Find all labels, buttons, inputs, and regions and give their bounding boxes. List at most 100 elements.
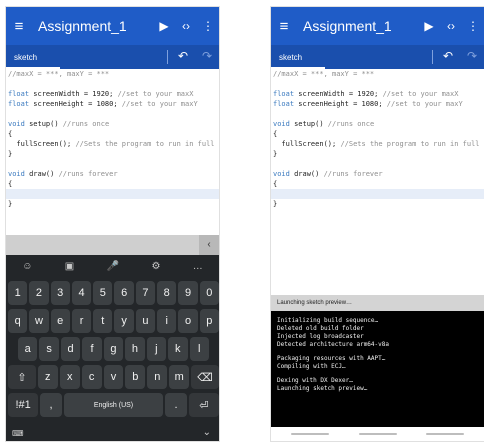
keyboard-switch-icon[interactable]: ⌨ xyxy=(12,429,24,438)
code-line[interactable] xyxy=(271,79,484,89)
more-vert-icon[interactable]: ⋮ xyxy=(462,19,484,33)
code-line[interactable] xyxy=(6,189,219,199)
key-6[interactable]: 6 xyxy=(114,281,134,305)
redo-icon[interactable]: ↷ xyxy=(467,49,477,63)
hide-keyboard-icon[interactable]: ⌄ xyxy=(203,427,211,438)
code-line[interactable]: { xyxy=(271,179,484,189)
nav-home-pill[interactable] xyxy=(359,433,397,435)
key-h[interactable]: h xyxy=(125,337,145,361)
code-line[interactable]: void draw() //runs forever xyxy=(6,169,219,179)
undo-icon[interactable]: ↶ xyxy=(178,49,188,63)
menu-icon[interactable]: ≡ xyxy=(6,18,32,35)
nav-recents-pill[interactable] xyxy=(426,433,464,435)
key-7[interactable]: 7 xyxy=(135,281,156,305)
code-line[interactable]: { xyxy=(271,129,484,139)
more-icon[interactable]: … xyxy=(193,261,203,272)
code-line[interactable]: float screenWidth = 1920; //set to your … xyxy=(6,89,219,99)
code-line[interactable]: void draw() //runs forever xyxy=(271,169,484,179)
key-w[interactable]: w xyxy=(29,309,49,333)
code-editor[interactable]: //maxX = ***, maxY = *** float screenWidt… xyxy=(271,69,484,295)
key-n[interactable]: n xyxy=(147,365,168,389)
key-8[interactable]: 8 xyxy=(157,281,177,305)
menu-icon[interactable]: ≡ xyxy=(271,18,297,35)
key-d[interactable]: d xyxy=(60,337,81,361)
tab-sketch[interactable]: sketch xyxy=(271,45,325,69)
key-t[interactable]: t xyxy=(93,309,113,333)
code-line[interactable]: float screenWidth = 1920; //set to your … xyxy=(271,89,484,99)
code-icon[interactable]: ‹› xyxy=(440,19,462,33)
key-i[interactable]: i xyxy=(157,309,177,333)
key-special[interactable]: ⌫ xyxy=(191,365,219,389)
code-editor[interactable]: //maxX = ***, maxY = *** float screenWidt… xyxy=(6,69,219,235)
code-line[interactable] xyxy=(271,159,484,169)
code-icon[interactable]: ‹› xyxy=(175,19,197,33)
key-q[interactable]: q xyxy=(8,309,28,333)
key-f[interactable]: f xyxy=(82,337,102,361)
code-line[interactable]: } xyxy=(271,199,484,209)
console-line: Compiling with ECJ… xyxy=(277,363,346,370)
key-a[interactable]: a xyxy=(18,337,38,361)
key-e[interactable]: e xyxy=(50,309,70,333)
key-c[interactable]: c xyxy=(81,365,102,389)
key-1[interactable]: 1 xyxy=(8,281,28,305)
play-icon[interactable]: ▶ xyxy=(153,19,175,33)
code-line[interactable]: fullScreen(); //Sets the program to run … xyxy=(6,139,219,149)
code-line[interactable]: float screenHeight = 1080; //set to your… xyxy=(271,99,484,109)
key-k[interactable]: k xyxy=(168,337,188,361)
key-g[interactable]: g xyxy=(103,337,124,361)
key-l[interactable]: l xyxy=(189,337,209,361)
emoji-icon[interactable]: ☺ xyxy=(22,261,32,272)
key-special[interactable]: . xyxy=(165,393,187,417)
play-icon[interactable]: ▶ xyxy=(418,19,440,33)
redo-icon[interactable]: ↷ xyxy=(202,49,212,63)
settings-icon[interactable]: ⚙ xyxy=(151,261,160,272)
key-u[interactable]: u xyxy=(135,309,156,333)
code-line[interactable]: //maxX = ***, maxY = *** xyxy=(271,69,484,79)
key-5[interactable]: 5 xyxy=(93,281,113,305)
key-p[interactable]: p xyxy=(199,309,219,333)
tab-sketch[interactable]: sketch xyxy=(6,45,60,69)
code-line[interactable]: //maxX = ***, maxY = *** xyxy=(6,69,219,79)
console-line: Injected log broadcaster xyxy=(277,333,364,340)
key-r[interactable]: r xyxy=(71,309,92,333)
code-line[interactable]: void setup() //runs once xyxy=(6,119,219,129)
code-line[interactable]: float screenHeight = 1080; //set to your… xyxy=(6,99,219,109)
key-special[interactable]: ⏎ xyxy=(188,393,219,417)
code-line[interactable]: { xyxy=(6,129,219,139)
sticker-icon[interactable]: ▣ xyxy=(65,261,74,272)
key-special[interactable]: , xyxy=(40,393,62,417)
key-o[interactable]: o xyxy=(178,309,198,333)
key-j[interactable]: j xyxy=(146,337,167,361)
code-line[interactable] xyxy=(6,159,219,169)
code-line[interactable] xyxy=(271,189,484,199)
code-line[interactable]: } xyxy=(6,199,219,209)
key-special[interactable]: ⇧ xyxy=(8,365,36,389)
key-y[interactable]: y xyxy=(114,309,134,333)
key-m[interactable]: m xyxy=(169,365,190,389)
code-line[interactable]: } xyxy=(6,149,219,159)
undo-icon[interactable]: ↶ xyxy=(443,49,453,63)
code-line[interactable]: { xyxy=(6,179,219,189)
key-x[interactable]: x xyxy=(59,365,80,389)
key-b[interactable]: b xyxy=(125,365,146,389)
code-line[interactable]: fullScreen(); //Sets the program to run … xyxy=(271,139,484,149)
more-vert-icon[interactable]: ⋮ xyxy=(197,19,219,33)
code-line[interactable]: void setup() //runs once xyxy=(271,119,484,129)
code-line[interactable] xyxy=(6,109,219,119)
key-v[interactable]: v xyxy=(103,365,124,389)
microphone-icon[interactable]: 🎤 xyxy=(107,261,119,272)
key-0[interactable]: 0 xyxy=(199,281,219,305)
key-special[interactable]: !#1 xyxy=(8,393,39,417)
key-z[interactable]: z xyxy=(37,365,58,389)
key-s[interactable]: s xyxy=(39,337,59,361)
key-2[interactable]: 2 xyxy=(29,281,49,305)
key-3[interactable]: 3 xyxy=(50,281,70,305)
key-9[interactable]: 9 xyxy=(178,281,198,305)
collapse-arrow-icon[interactable]: ‹ xyxy=(199,235,219,255)
key-4[interactable]: 4 xyxy=(71,281,92,305)
code-line[interactable] xyxy=(271,109,484,119)
code-line[interactable]: } xyxy=(271,149,484,159)
key-special[interactable]: English (US) xyxy=(63,393,164,417)
code-line[interactable] xyxy=(6,79,219,89)
nav-back-pill[interactable] xyxy=(291,433,329,435)
